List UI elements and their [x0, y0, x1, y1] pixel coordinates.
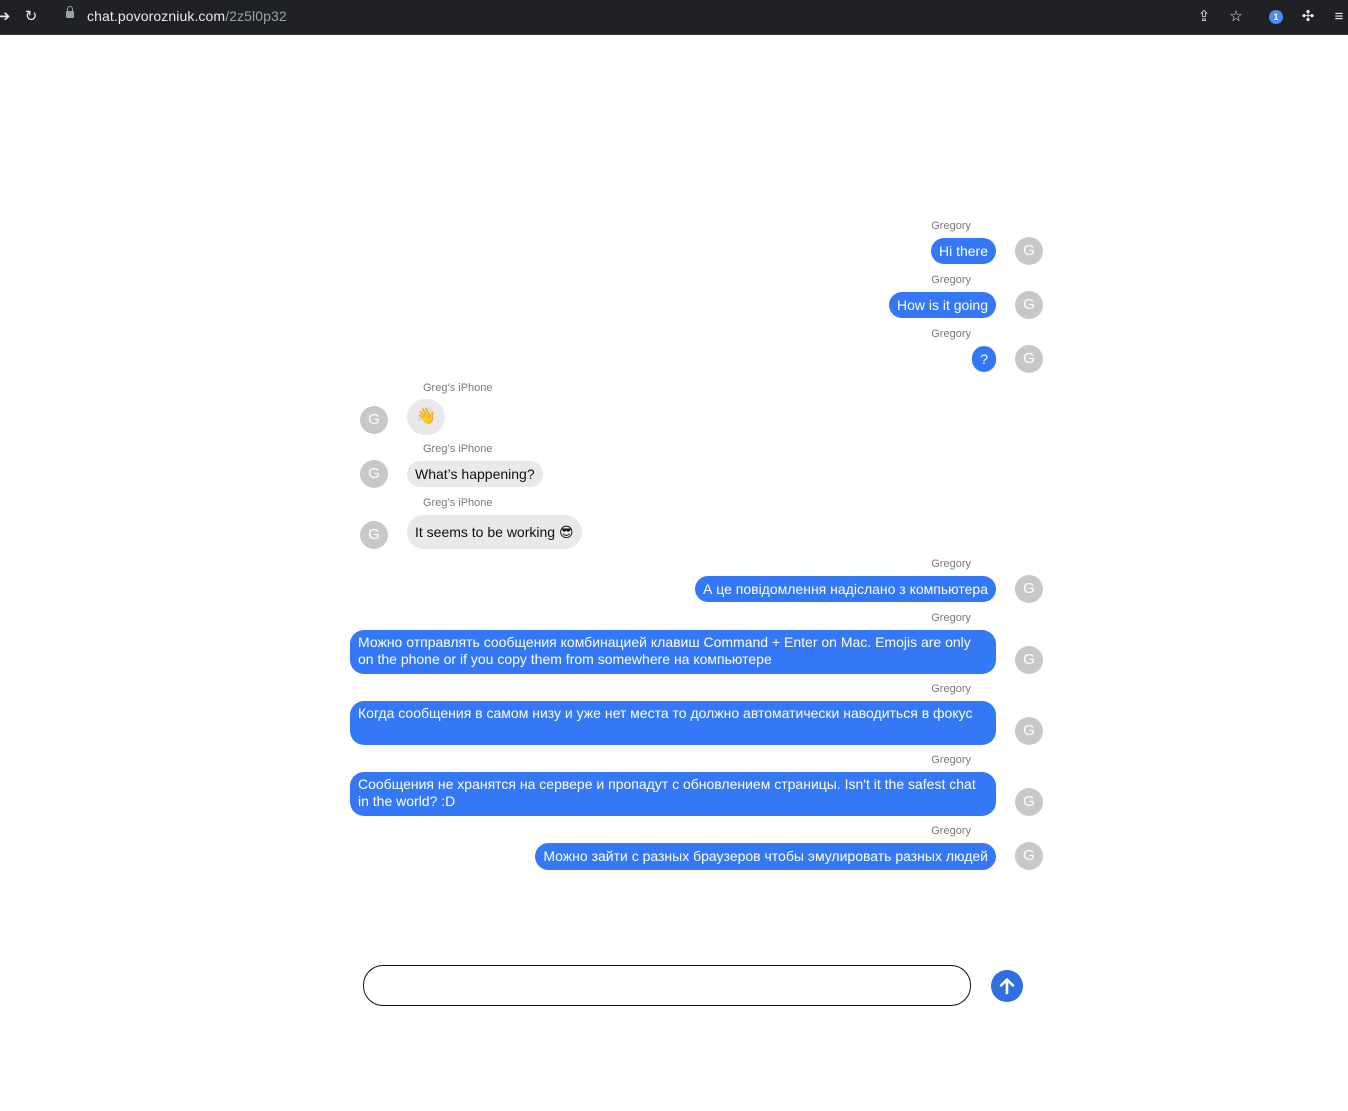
outgoing-message-bubble: How is it going — [888, 292, 996, 318]
browser-toolbar: ➔ ↻ chat.povorozniuk.com/2z5l0p32 ⇪ ☆ 1 … — [0, 0, 1348, 35]
outgoing-message-bubble: Hi there — [930, 238, 996, 264]
message-sender: Greg’s iPhone — [423, 497, 493, 509]
avatar: G — [1015, 291, 1043, 319]
message-sender: Gregory — [931, 825, 971, 837]
password-manager-icon[interactable]: 1 — [1266, 7, 1286, 27]
message-input[interactable] — [363, 965, 971, 1006]
outgoing-message-bubble: Сообщения не хранятся на сервере и пропа… — [350, 772, 996, 816]
incoming-message-bubble: What’s happening? — [407, 461, 543, 487]
message-sender: Gregory — [931, 754, 971, 766]
message-sender: Gregory — [931, 558, 971, 570]
incoming-message-bubble: 👋 — [407, 399, 445, 435]
media-controls-icon[interactable]: ≡ — [1329, 7, 1348, 27]
message-sender: Gregory — [931, 274, 971, 286]
avatar: G — [1015, 717, 1043, 745]
message-sender: Gregory — [931, 220, 971, 232]
outgoing-message-bubble: ? — [972, 346, 996, 372]
message-sender: Gregory — [931, 328, 971, 340]
back-icon[interactable]: ➔ — [0, 7, 14, 27]
outgoing-message-bubble: Можно зайти с разных браузеров чтобы эму… — [535, 843, 996, 870]
avatar: G — [1015, 842, 1043, 870]
avatar: G — [1015, 237, 1043, 265]
send-button[interactable] — [991, 970, 1023, 1002]
outgoing-message-bubble: Когда сообщения в самом низу и уже нет м… — [350, 701, 996, 745]
reload-icon[interactable]: ↻ — [21, 7, 41, 27]
avatar: G — [1015, 646, 1043, 674]
message-sender: Greg’s iPhone — [423, 382, 493, 394]
message-sender: Gregory — [931, 683, 971, 695]
avatar: G — [360, 460, 388, 488]
avatar: G — [360, 521, 388, 549]
message-sender: Greg’s iPhone — [423, 443, 493, 455]
url-domain: chat.povorozniuk.com — [87, 8, 226, 24]
outgoing-message-bubble: Можно отправлять сообщения комбинацией к… — [350, 630, 996, 674]
incoming-message-bubble: It seems to be working 😎 — [407, 515, 582, 549]
url-text[interactable]: chat.povorozniuk.com/2z5l0p32 — [87, 8, 287, 24]
url-path: /2z5l0p32 — [225, 8, 287, 24]
extensions-icon[interactable]: ✣ — [1298, 7, 1318, 27]
bookmark-star-icon[interactable]: ☆ — [1226, 7, 1246, 27]
avatar: G — [1015, 788, 1043, 816]
address-bar[interactable]: chat.povorozniuk.com/2z5l0p32 — [54, 2, 1267, 30]
lock-icon[interactable] — [66, 6, 74, 18]
avatar: G — [1015, 575, 1043, 603]
share-icon[interactable]: ⇪ — [1194, 7, 1214, 27]
avatar: G — [360, 406, 388, 434]
arrow-up-icon — [999, 978, 1015, 995]
outgoing-message-bubble: А це повідомлення надіслано з компьютера — [695, 576, 996, 602]
message-sender: Gregory — [931, 612, 971, 624]
avatar: G — [1015, 345, 1043, 373]
